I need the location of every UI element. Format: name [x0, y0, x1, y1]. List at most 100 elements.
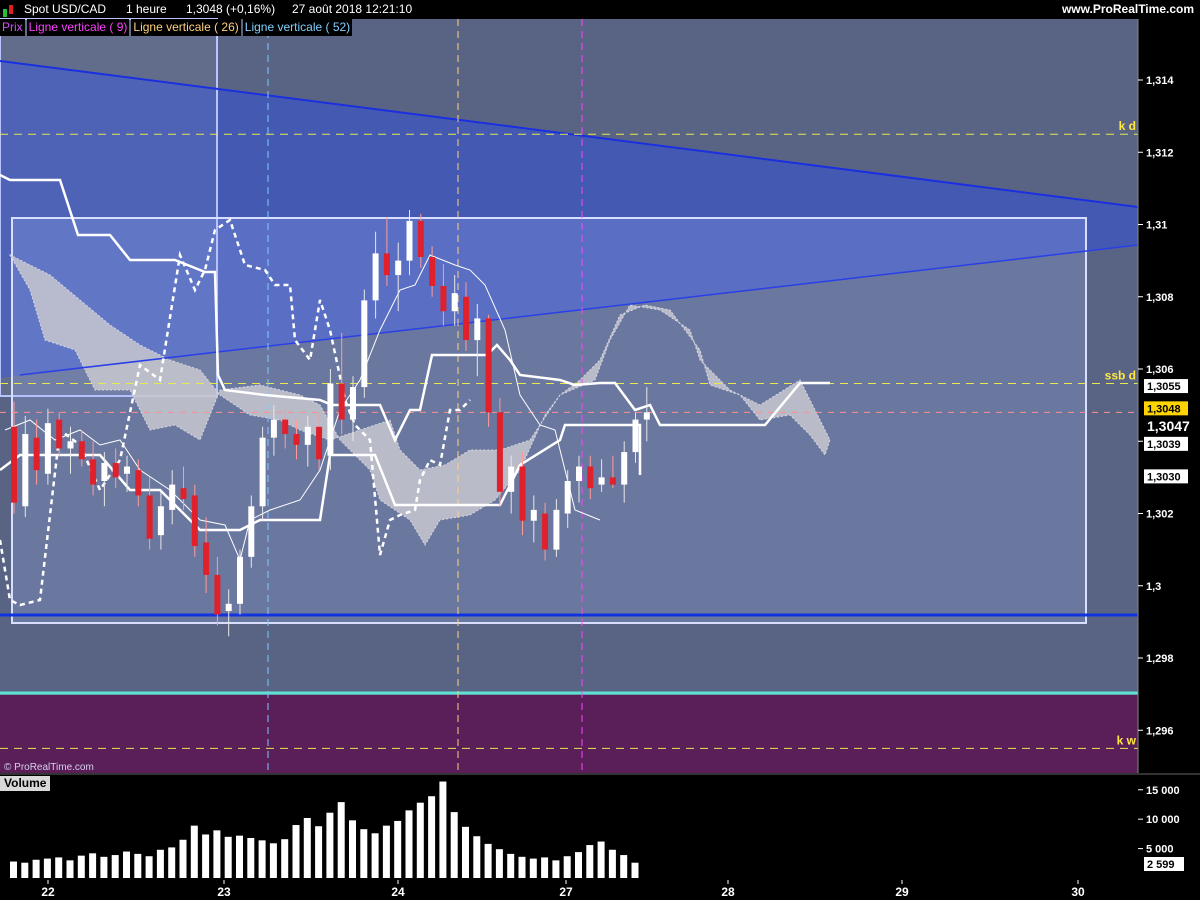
candle-body: [316, 426, 323, 460]
volume-bar: [213, 830, 221, 878]
legend-item-vline-9[interactable]: Ligne verticale ( 9): [26, 19, 130, 36]
candle-body: [101, 462, 108, 481]
volume-bar: [156, 849, 164, 878]
volume-tick-label: 5 000: [1146, 844, 1174, 856]
volume-bar: [236, 835, 243, 878]
candle-body: [576, 466, 582, 481]
candle-body: [609, 477, 616, 485]
volume-bar: [416, 802, 424, 878]
volume-tick-label: 15 000: [1146, 785, 1180, 797]
volume-bar: [55, 857, 63, 878]
volume-bar: [145, 856, 153, 878]
level-label-2: k w: [1117, 733, 1137, 747]
volume-bar: [552, 860, 560, 878]
volume-bar: [405, 810, 413, 878]
volume-bar: [428, 796, 436, 878]
indicator-legend: Prix Ligne verticale ( 9) Ligne vertical…: [0, 19, 354, 36]
volume-bar: [462, 826, 469, 878]
volume-bar: [507, 853, 515, 878]
volume-bar: [224, 836, 232, 878]
volume-bar: [43, 858, 51, 878]
weekly-zone: [0, 695, 1138, 773]
candle-body: [474, 318, 481, 341]
volume-bar: [484, 843, 492, 878]
price-tick-label: 1,302: [1146, 509, 1174, 521]
volume-bar: [597, 841, 605, 878]
candle-body: [78, 441, 85, 460]
volume-bar: [292, 825, 300, 878]
candle-body: [485, 318, 492, 413]
candle-body: [429, 257, 436, 286]
volume-bar: [631, 862, 639, 878]
price-tag-2: 1,3047: [1147, 418, 1190, 434]
price-tick-label: 1,314: [1146, 75, 1174, 87]
volume-bar: [21, 862, 29, 878]
legend-item-vline-26[interactable]: Ligne verticale ( 26): [131, 19, 241, 36]
candle-body: [33, 437, 40, 471]
time-tick-label: 28: [721, 885, 735, 899]
price-tick-label: 1,296: [1146, 725, 1174, 737]
candle-body: [519, 466, 526, 521]
candle-body: [203, 542, 210, 575]
price-tick-label: 1,3: [1146, 581, 1161, 593]
candle-body: [90, 459, 97, 485]
candle-body: [564, 480, 571, 514]
volume-bar: [575, 852, 582, 878]
volume-bar: [337, 802, 345, 878]
candle-body: [621, 452, 628, 485]
legend-item-vline-52[interactable]: Ligne verticale ( 52): [242, 19, 353, 36]
volume-bar: [349, 820, 356, 878]
time-tick-label: 27: [559, 885, 573, 899]
volume-bar: [371, 833, 379, 878]
candle-body: [361, 300, 368, 388]
volume-bar: [326, 812, 334, 878]
candle-body: [282, 419, 289, 435]
legend-item-prix[interactable]: Prix: [0, 19, 25, 36]
candle-body: [22, 434, 29, 507]
price-tick-label: 1,308: [1146, 292, 1174, 304]
volume-bar: [134, 853, 142, 878]
time-tick-label: 22: [41, 885, 55, 899]
price-tag-3: 1,3039: [1147, 439, 1181, 451]
candle-body: [67, 441, 74, 449]
price-tick-label: 1,306: [1146, 364, 1174, 376]
price-tick-label: 1,312: [1146, 147, 1174, 159]
candle-body: [496, 412, 503, 492]
volume-bar: [32, 859, 40, 878]
volume-bar: [608, 849, 616, 878]
volume-bar: [450, 812, 458, 878]
volume-bar: [620, 855, 628, 878]
candle-body: [632, 419, 639, 453]
volume-tick-label: 10 000: [1146, 814, 1180, 826]
candle-body: [259, 437, 266, 507]
candle-body: [350, 387, 356, 420]
price-chart[interactable]: k dssb dk w 1,2961,2981,31,3021,3041,306…: [0, 0, 1200, 900]
candle-body: [124, 466, 130, 474]
candle-body: [383, 253, 390, 276]
candle-body: [372, 253, 379, 301]
candle-body: [112, 462, 119, 478]
volume-bar: [77, 855, 85, 878]
candle-body: [530, 509, 537, 521]
candle-body: [237, 556, 243, 604]
volume-bar: [315, 826, 323, 878]
candle-body: [169, 484, 176, 510]
candle-body: [553, 509, 560, 550]
price-tick-label: 1,31: [1146, 220, 1167, 232]
candle-body: [248, 506, 255, 557]
time-tick-label: 23: [217, 885, 231, 899]
candle-body: [180, 488, 187, 500]
candle-body: [542, 513, 549, 550]
volume-bar: [518, 856, 526, 878]
volume-last-tag: 2 599: [1147, 859, 1175, 871]
time-tick-label: 24: [391, 885, 405, 899]
volume-bar: [529, 858, 537, 878]
candle-body: [225, 603, 232, 612]
volume-bar: [111, 855, 119, 878]
volume-bar: [190, 825, 198, 878]
candle-body: [293, 434, 300, 445]
price-tag-1: 1,3048: [1147, 403, 1181, 415]
candle-body: [135, 470, 142, 496]
candle-body: [191, 495, 198, 547]
candle-body: [157, 506, 164, 536]
